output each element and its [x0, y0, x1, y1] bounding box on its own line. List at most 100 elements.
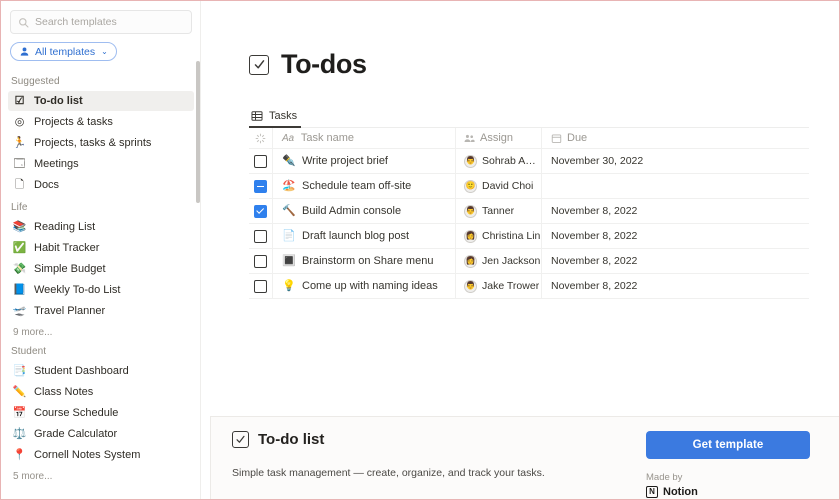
row-select-cell[interactable]: [249, 199, 273, 223]
cell-task-name[interactable]: 🔳 Brainstorm on Share menu: [273, 249, 456, 273]
cell-due-date[interactable]: November 8, 2022: [542, 249, 809, 273]
sidebar-item-class-notes[interactable]: ✏️ Class Notes: [8, 382, 194, 402]
sidebar-item-label: To-do list: [34, 95, 83, 107]
cell-assignee[interactable]: 👩 Jen Jackson: [456, 249, 542, 273]
sidebar-item-grade-calculator[interactable]: ⚖️ Grade Calculator: [8, 424, 194, 444]
table-row[interactable]: 🏖️ Schedule team off-site 🙂 David Choi: [249, 174, 809, 199]
cell-task-name[interactable]: ✒️ Write project brief: [273, 149, 456, 173]
row-select-cell[interactable]: [249, 149, 273, 173]
sidebar-item-docs[interactable]: 🗋 Docs: [8, 175, 194, 195]
target-icon: ◎: [14, 115, 25, 128]
row-select-cell[interactable]: [249, 249, 273, 273]
loading-spinner-icon: [255, 133, 266, 143]
cell-task-name[interactable]: 🏖️ Schedule team off-site: [273, 174, 456, 198]
table-header-row: Aa Task name Assign Due: [249, 128, 809, 149]
sidebar-item-reading-list[interactable]: 📚 Reading List: [8, 217, 194, 237]
sidebar-item-student-dashboard[interactable]: 📑 Student Dashboard: [8, 361, 194, 381]
tab-tasks[interactable]: Tasks: [249, 110, 302, 128]
task-name-text: Draft launch blog post: [302, 230, 410, 242]
row-select-cell[interactable]: [249, 224, 273, 248]
task-checkbox[interactable]: [254, 254, 267, 268]
cell-due-date[interactable]: November 30, 2022: [542, 149, 809, 173]
cell-assignee[interactable]: 👨 Tanner: [456, 199, 542, 223]
search-input[interactable]: [35, 16, 184, 28]
sidebar-item-label: Projects, tasks & sprints: [34, 137, 152, 149]
task-checkbox[interactable]: [254, 279, 267, 293]
avatar: 👨: [464, 154, 477, 168]
task-emoji-icon: 📄: [282, 229, 296, 242]
sidebar-item-travel-planner[interactable]: 🛫 Travel Planner: [8, 301, 194, 321]
table-row[interactable]: 💡 Come up with naming ideas 👨 Jake Trowe…: [249, 274, 809, 299]
header-cell-task-name[interactable]: Aa Task name: [273, 128, 456, 148]
task-name-text: Schedule team off-site: [302, 180, 412, 192]
card-actions: Get template Made by N Notion: [646, 431, 810, 498]
cell-due-date[interactable]: [542, 174, 809, 198]
sidebar-item-label: Travel Planner: [34, 305, 106, 317]
check-mark-icon: ✅: [12, 241, 27, 254]
airplane-icon: 🛫: [12, 304, 27, 317]
sidebar-item-meetings[interactable]: 🗔 Meetings: [8, 154, 194, 174]
made-by-label: Made by: [646, 472, 683, 483]
sidebar-item-label: Cornell Notes System: [34, 449, 141, 461]
sidebar-item-habit-tracker[interactable]: ✅ Habit Tracker: [8, 238, 194, 258]
task-name-text: Brainstorm on Share menu: [302, 255, 434, 267]
cell-due-date[interactable]: November 8, 2022: [542, 199, 809, 223]
header-cell-assign[interactable]: Assign: [456, 128, 542, 148]
sidebar-item-weekly-to-do-list[interactable]: 📘 Weekly To-do List: [8, 280, 194, 300]
header-cell-due[interactable]: Due: [542, 128, 809, 148]
money-icon: 💸: [12, 262, 27, 275]
calendar-icon: 🗔: [13, 157, 26, 170]
due-date-text: November 8, 2022: [551, 280, 638, 292]
search-box[interactable]: [10, 10, 192, 34]
sidebar-item-label: Meetings: [34, 158, 79, 170]
cell-task-name[interactable]: 📄 Draft launch blog post: [273, 224, 456, 248]
tab-label: Tasks: [269, 110, 298, 122]
task-checkbox[interactable]: [254, 204, 267, 218]
table-row[interactable]: 📄 Draft launch blog post 👩 Christina Lin…: [249, 224, 809, 249]
page-title: To-dos: [281, 49, 367, 79]
assignee-name: Tanner: [482, 205, 515, 217]
sidebar-section-label-suggested: Suggested: [11, 76, 60, 87]
all-templates-filter-button[interactable]: All templates ⌄: [10, 42, 117, 61]
header-cell-select[interactable]: [249, 128, 273, 148]
row-select-cell[interactable]: [249, 274, 273, 298]
sidebar-item-label: Habit Tracker: [34, 242, 100, 254]
card-title: To-do list: [258, 431, 325, 448]
main-content: To-dos Tasks Aa Task name Assign Due ✒️ …: [201, 1, 839, 499]
sidebar-item-label: Class Notes: [34, 386, 94, 398]
sidebar-more-student[interactable]: 5 more...: [1, 466, 201, 484]
sidebar-item-projects-tasks[interactable]: ◎ Projects & tasks: [8, 112, 194, 132]
cell-assignee[interactable]: 👨 Jake Trower: [456, 274, 542, 298]
cell-task-name[interactable]: 🔨 Build Admin console: [273, 199, 456, 223]
cell-assignee[interactable]: 👩 Christina Lin: [456, 224, 542, 248]
assignee-name: Jake Trower: [482, 280, 540, 292]
task-emoji-icon: 🔳: [282, 254, 296, 267]
task-checkbox[interactable]: [254, 154, 267, 168]
cell-assignee[interactable]: 🙂 David Choi: [456, 174, 542, 198]
get-template-button[interactable]: Get template: [646, 431, 810, 459]
sidebar-item-course-schedule[interactable]: 📅 Course Schedule: [8, 403, 194, 423]
sidebar-item-label: Simple Budget: [34, 263, 106, 275]
task-name-text: Build Admin console: [302, 205, 402, 217]
task-checkbox[interactable]: [254, 229, 267, 243]
header-label-due: Due: [567, 132, 588, 144]
sidebar-item-to-do-list[interactable]: ☑ To-do list: [8, 91, 194, 111]
chevron-down-icon: ⌄: [101, 46, 108, 56]
view-tabs: Tasks: [249, 102, 809, 128]
sidebar-item-projects-tasks-sprints[interactable]: 🏃 Projects, tasks & sprints: [8, 133, 194, 153]
tasks-table: Aa Task name Assign Due ✒️ Write project…: [249, 128, 809, 299]
task-checkbox[interactable]: [254, 179, 267, 193]
sidebar-item-cornell-notes-system[interactable]: 📍 Cornell Notes System: [8, 445, 194, 465]
task-name-text: Come up with naming ideas: [302, 280, 438, 292]
sidebar-more-life[interactable]: 9 more...: [1, 322, 201, 340]
row-select-cell[interactable]: [249, 174, 273, 198]
table-row[interactable]: 🔳 Brainstorm on Share menu 👩 Jen Jackson…: [249, 249, 809, 274]
sidebar-scrollbar-thumb[interactable]: [196, 61, 200, 203]
table-row[interactable]: ✒️ Write project brief 👨 Sohrab Amin Nov…: [249, 149, 809, 174]
cell-task-name[interactable]: 💡 Come up with naming ideas: [273, 274, 456, 298]
cell-due-date[interactable]: November 8, 2022: [542, 274, 809, 298]
cell-assignee[interactable]: 👨 Sohrab Amin: [456, 149, 542, 173]
table-row[interactable]: 🔨 Build Admin console 👨 Tanner November …: [249, 199, 809, 224]
sidebar-item-simple-budget[interactable]: 💸 Simple Budget: [8, 259, 194, 279]
cell-due-date[interactable]: November 8, 2022: [542, 224, 809, 248]
